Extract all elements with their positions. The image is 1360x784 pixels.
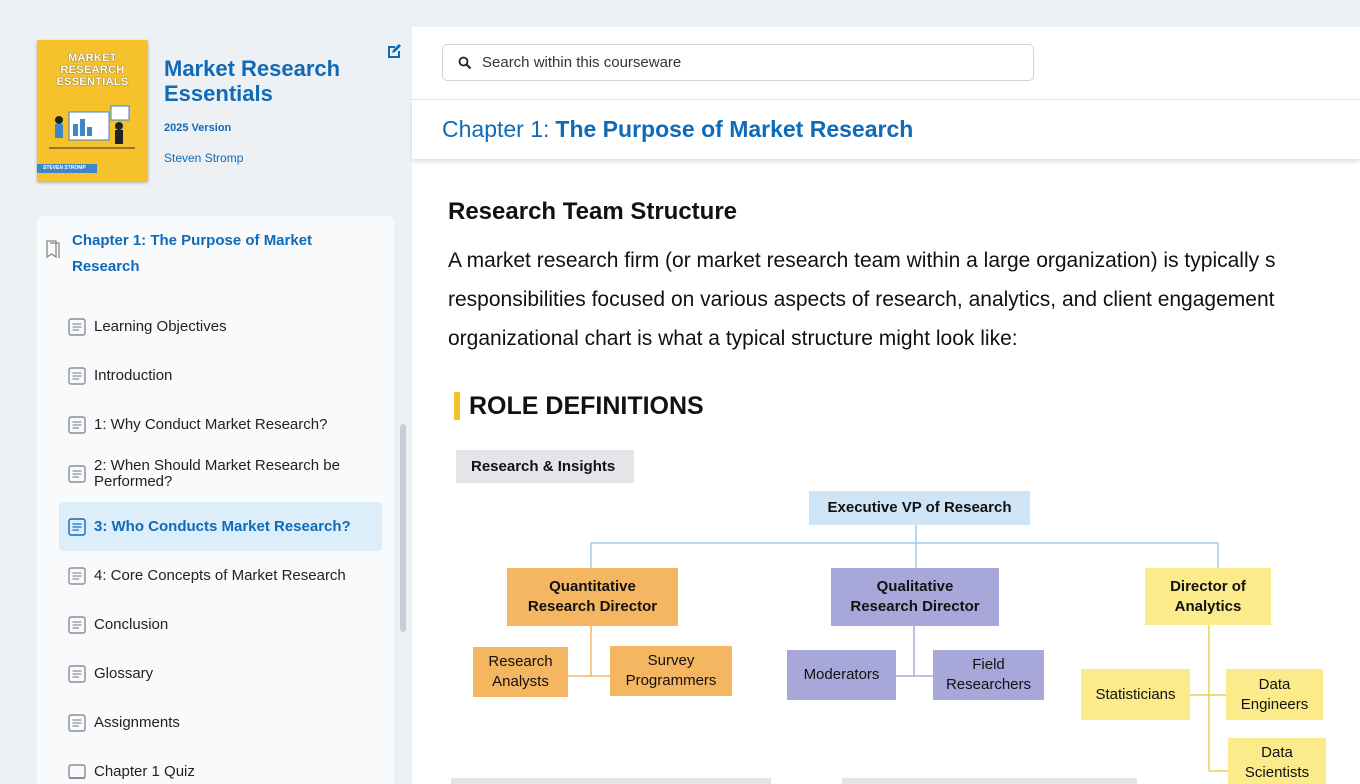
quant-director-node: Quantitative Research Director xyxy=(507,568,678,626)
toc-item[interactable]: Introduction xyxy=(59,351,382,400)
edit-icon[interactable] xyxy=(386,43,402,59)
toc-item[interactable]: Chapter 1 Quiz xyxy=(59,747,382,784)
analytics-director-node: Director of Analytics xyxy=(1145,568,1271,625)
cover-title: MARKET RESEARCH ESSENTIALS xyxy=(56,52,129,88)
book-title: Market Research Essentials xyxy=(164,56,341,106)
toc-item[interactable]: 1: Why Conduct Market Research? xyxy=(59,400,382,449)
survey-programmers-node: Survey Programmers xyxy=(610,646,732,696)
page-icon xyxy=(67,664,87,684)
toc-item[interactable]: Learning Objectives xyxy=(59,302,382,351)
toc-item-label: Chapter 1 Quiz xyxy=(94,762,195,780)
toc-item-label: Glossary xyxy=(94,664,154,682)
toc-item-label: Conclusion xyxy=(94,615,169,633)
toc-item-label: 3: Who Conducts Market Research? xyxy=(94,517,351,535)
toc-item[interactable]: Glossary xyxy=(59,649,382,698)
role-definitions-heading: ROLE DEFINITIONS xyxy=(454,392,704,420)
page-icon xyxy=(67,517,87,537)
page-icon xyxy=(67,366,87,386)
toc-scrollbar[interactable] xyxy=(400,424,406,632)
table-of-contents: Chapter 1: The Purpose of Market Researc… xyxy=(37,216,406,784)
data-engineers-node: Data Engineers xyxy=(1226,669,1323,720)
section-title: Research Team Structure xyxy=(448,198,738,225)
cover-author: STEVEN STROMP xyxy=(37,164,97,173)
page-icon xyxy=(67,566,87,586)
toc-item-label: Assignments xyxy=(94,713,180,731)
toc-item[interactable]: Conclusion xyxy=(59,600,382,649)
data-scientists-node: Data Scientists xyxy=(1228,738,1326,784)
statisticians-node: Statisticians xyxy=(1081,669,1190,720)
chapter-header: Chapter 1: The Purpose of Market Researc… xyxy=(412,99,1360,159)
main-content: Chapter 1: The Purpose of Market Researc… xyxy=(412,27,1360,784)
search-bar[interactable] xyxy=(442,44,1034,81)
quiz-icon xyxy=(67,762,87,782)
search-icon xyxy=(458,56,472,69)
paragraph-line: responsibilities focused on various aspe… xyxy=(448,288,1275,311)
page-icon xyxy=(67,713,87,733)
moderators-node: Moderators xyxy=(787,650,896,700)
toc-item[interactable]: 4: Core Concepts of Market Research xyxy=(59,551,382,600)
research-analysts-node: Research Analysts xyxy=(473,647,568,697)
toc-item-label: Introduction xyxy=(94,366,173,384)
chapter-title: The Purpose of Market Research xyxy=(555,116,914,142)
paragraph-line: A market research firm (or market resear… xyxy=(448,249,1276,272)
page-icon xyxy=(67,615,87,635)
book-version: 2025 Version xyxy=(164,122,232,134)
toc-item[interactable]: 2: When Should Market Research be Perfor… xyxy=(59,449,382,498)
toc-item-label: Learning Objectives xyxy=(94,317,227,335)
book-author: Steven Stromp xyxy=(164,151,244,165)
bookmark-icon[interactable] xyxy=(45,240,61,260)
divider-stub xyxy=(842,778,1137,784)
toc-item[interactable]: 3: Who Conducts Market Research? xyxy=(59,502,382,551)
paragraph-line: organizational chart is what a typical s… xyxy=(448,327,1018,350)
field-researchers-node: Field Researchers xyxy=(933,650,1044,700)
page-icon xyxy=(67,415,87,435)
org-chart: Research & Insights Executive VP of Rese… xyxy=(412,447,1360,784)
divider-stub xyxy=(451,778,771,784)
search-input[interactable] xyxy=(482,54,1002,71)
chapter-prefix: Chapter 1: xyxy=(442,116,550,142)
toc-item-label: 2: When Should Market Research be Perfor… xyxy=(94,456,340,490)
toc-chapter-title[interactable]: Chapter 1: The Purpose of Market Researc… xyxy=(72,228,352,280)
cover-illustration xyxy=(49,105,135,149)
toc-item-label: 4: Core Concepts of Market Research xyxy=(94,566,346,584)
toc-item[interactable]: Assignments xyxy=(59,698,382,747)
body-paragraph: A market research firm (or market resear… xyxy=(448,241,1360,358)
executive-vp-node: Executive VP of Research xyxy=(809,491,1030,525)
toc-item-label: 1: Why Conduct Market Research? xyxy=(94,415,328,433)
research-insights-tag: Research & Insights xyxy=(456,450,634,483)
book-cover: MARKET RESEARCH ESSENTIALS STEVEN STROMP xyxy=(37,40,148,182)
sidebar: MARKET RESEARCH ESSENTIALS STEVEN STROMP… xyxy=(0,27,412,784)
page-icon xyxy=(67,464,87,484)
page-icon xyxy=(67,317,87,337)
qual-director-node: Qualitative Research Director xyxy=(831,568,999,626)
